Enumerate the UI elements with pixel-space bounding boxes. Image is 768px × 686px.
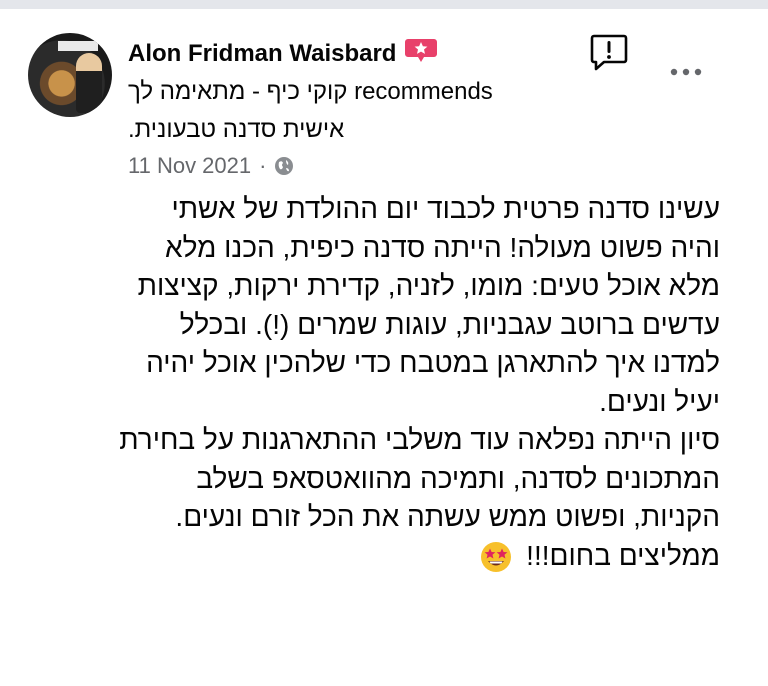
post-body: עשינו סדנה פרטית לכבוד יום ההולדת של אשת…	[20, 190, 720, 575]
body-line: המתכונים לסדנה, ותמיכה מהוואטסאפ בשלב	[196, 462, 720, 494]
body-line: מלא אוכל טעים: מומו, לזניה, קדירת ירקות,…	[137, 270, 720, 301]
post-date[interactable]: 11 Nov 2021	[128, 153, 251, 179]
post-meta: 11 Nov 2021 ·	[128, 153, 294, 179]
report-icon[interactable]	[589, 32, 629, 72]
recommends-page-name[interactable]: .אישית סדנה טבעונית	[128, 116, 528, 144]
avatar[interactable]	[28, 33, 112, 117]
avatar-person	[76, 53, 102, 113]
top-divider	[0, 0, 768, 9]
star-struck-emoji	[481, 542, 512, 573]
body-line: סיון הייתה נפלאה עוד משלבי ההתארגנות על …	[119, 424, 720, 455]
body-line: עדשים ברוטב עגבניות, עוגות שמרים (!). וב…	[179, 308, 720, 340]
meta-separator: ·	[259, 153, 267, 178]
body-line: והיה פשוט מעולה! הייתה סדנה כיפית, הכנו …	[165, 231, 720, 263]
avatar-background-sign	[58, 41, 98, 51]
body-line: ממליצים בחום!!!	[526, 539, 720, 571]
body-line: למדנו איך להתארגן במטבח כדי שלהכין אוכל …	[146, 347, 720, 378]
body-line: עשינו סדנה פרטית לכבוד יום ההולדת של אשת…	[171, 193, 720, 224]
recommends-line[interactable]: קוקי כיף - מתאימה לך recommends	[128, 78, 528, 106]
body-line: יעיל ונעים.	[599, 385, 720, 417]
star-badge-icon	[405, 39, 437, 62]
globe-icon	[275, 157, 294, 175]
author-name[interactable]: Alon Fridman Waisbard	[128, 40, 396, 68]
more-options-icon[interactable]	[666, 62, 706, 82]
body-line-last: ממליצים בחום!!!	[20, 537, 720, 576]
body-line: הקניות, ופשוט ממש עשתה את הכל זורם ונעים…	[175, 501, 720, 532]
